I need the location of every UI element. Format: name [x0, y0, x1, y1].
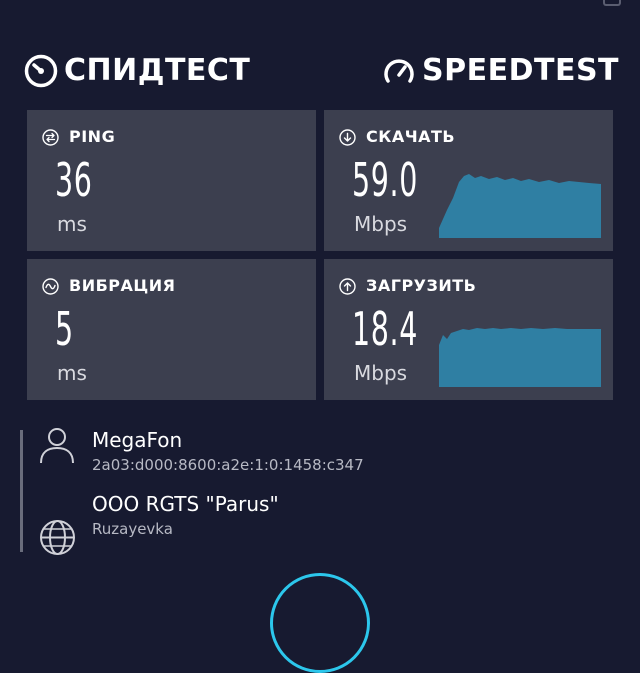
download-label: СКАЧАТЬ	[366, 127, 456, 146]
server-city: Ruzayevka	[92, 520, 173, 538]
logo-text-en: SPEEDTEST	[422, 53, 620, 88]
download-arrow-icon	[339, 129, 356, 146]
jitter-wave-icon	[42, 278, 59, 295]
logo-en: SPEEDTEST	[382, 52, 619, 90]
logo-text-ru: СПИДТЕСТ	[64, 53, 251, 88]
speedometer-icon	[24, 54, 58, 88]
isp-name[interactable]: MegaFon	[92, 427, 182, 453]
download-value: 59.0	[352, 153, 418, 207]
download-graph	[439, 174, 601, 238]
ping-label: PING	[69, 127, 116, 146]
connection-divider	[20, 430, 23, 552]
jitter-unit: ms	[57, 361, 87, 385]
upload-unit: Mbps	[354, 361, 408, 385]
logo-ru: СПИДТЕСТ	[24, 52, 250, 90]
upload-value: 18.4	[352, 302, 418, 356]
ping-card: PING 36 ms	[27, 110, 316, 251]
download-unit: Mbps	[354, 212, 408, 236]
server-name[interactable]: OOO RGTS "Parus"	[92, 491, 279, 517]
user-icon	[40, 428, 74, 464]
ping-unit: ms	[57, 212, 87, 236]
upload-label: ЗАГРУЗИТЬ	[366, 276, 477, 295]
speedometer-icon	[384, 59, 414, 83]
ping-value: 36	[55, 153, 93, 207]
go-button[interactable]	[270, 573, 370, 673]
upload-arrow-icon	[339, 278, 356, 295]
jitter-card: ВИБРАЦИЯ 5 ms	[27, 259, 316, 400]
ping-icon	[42, 129, 59, 146]
upload-card: ЗАГРУЗИТЬ 18.4 Mbps	[324, 259, 613, 400]
window-handle	[603, 0, 621, 6]
globe-icon	[40, 520, 75, 555]
jitter-value: 5	[55, 302, 74, 356]
upload-graph	[439, 328, 601, 387]
jitter-label: ВИБРАЦИЯ	[69, 276, 176, 295]
ip-address: 2a03:d000:8600:a2e:1:0:1458:c347	[92, 456, 364, 474]
download-card: СКАЧАТЬ 59.0 Mbps	[324, 110, 613, 251]
